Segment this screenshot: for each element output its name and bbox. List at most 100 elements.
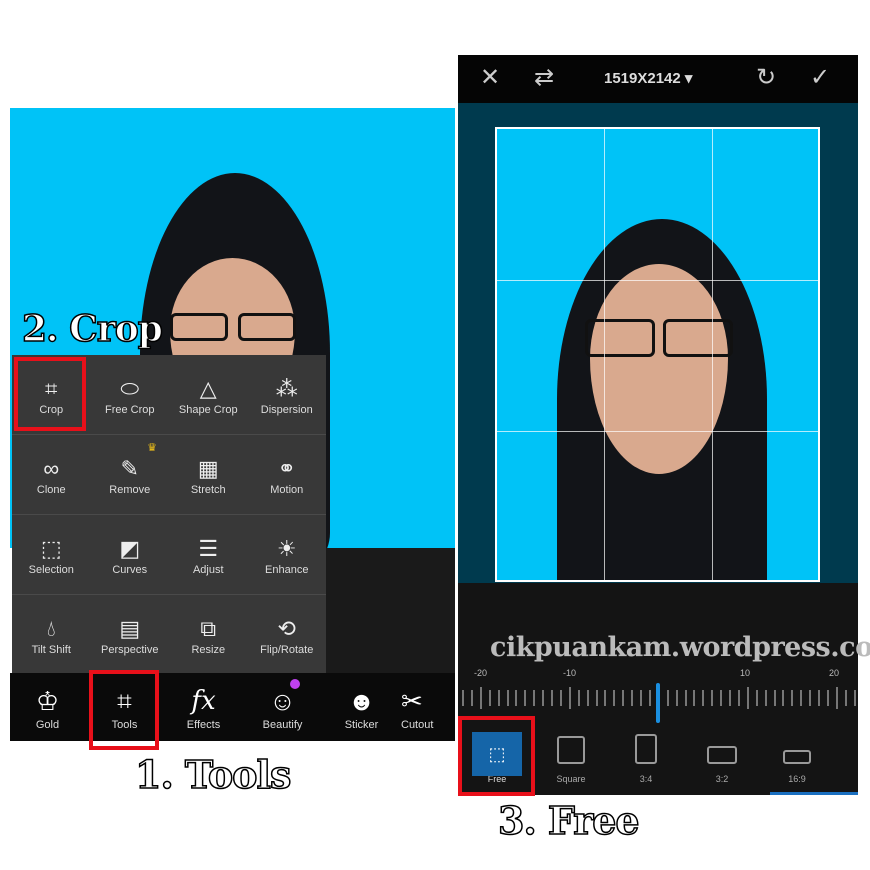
tab-beautify[interactable]: ☺ Beautify xyxy=(243,673,322,741)
ruler-tick xyxy=(533,690,536,706)
ruler-tick xyxy=(479,687,482,709)
bottom-toolbar: ♔ Gold ⌗ Tools fx Effects ☺ Beautify ☻ Sticke… xyxy=(10,673,455,741)
ruler-tick xyxy=(746,687,749,709)
shape-crop-icon: △ xyxy=(199,375,217,401)
tool-flip-rotate[interactable]: ⟲ Flip/Rotate xyxy=(248,595,327,675)
ruler-tick xyxy=(755,690,758,706)
tool-enhance[interactable]: ☀ Enhance xyxy=(248,515,327,594)
ruler-tick xyxy=(470,690,473,706)
aspect-square[interactable]: Square xyxy=(536,728,606,790)
tool-free-crop[interactable]: ⬭ Free Crop xyxy=(91,355,170,434)
tool-selection[interactable]: ⬚ Selection xyxy=(12,515,91,594)
resize-icon: ⧉ xyxy=(200,616,217,641)
close-icon[interactable]: ✕ xyxy=(480,63,500,92)
ruler-tick xyxy=(497,690,500,706)
enhance-icon: ☀ xyxy=(276,535,297,561)
callout-step1: 1. Tools xyxy=(134,751,292,798)
caret-down-icon: ▾ xyxy=(684,70,693,87)
notification-dot xyxy=(290,679,300,689)
ruler-tick xyxy=(693,690,696,706)
ruler-tick xyxy=(604,690,607,706)
ruler-tick xyxy=(551,690,553,706)
ruler-tick xyxy=(613,690,616,706)
scroll-indicator xyxy=(770,792,858,795)
tool-tilt-shift[interactable]: 💧︎ Tilt Shift xyxy=(12,595,91,675)
tab-gold[interactable]: ♔ Gold xyxy=(10,673,85,741)
ruler-tick xyxy=(462,690,464,706)
tool-resize[interactable]: ⧉ Resize xyxy=(169,595,248,675)
rotate-icon[interactable]: ↻ xyxy=(756,63,776,92)
ruler-tick xyxy=(791,690,794,706)
crop-area[interactable] xyxy=(495,127,820,582)
tool-shape-crop[interactable]: △ Shape Crop xyxy=(169,355,248,434)
tool-perspective[interactable]: ▤ Perspective xyxy=(91,595,170,675)
tab-sticker[interactable]: ☻ Sticker xyxy=(322,673,401,741)
perspective-icon: ▤ xyxy=(119,616,141,641)
adjust-icon: ☰ xyxy=(198,535,219,561)
ruler-tick xyxy=(702,690,705,706)
ruler-tick xyxy=(844,690,847,706)
remove-icon: ✎ xyxy=(120,455,139,481)
callout-step3: 3. Free xyxy=(497,797,640,844)
tool-adjust[interactable]: ☰ Adjust xyxy=(169,515,248,594)
ruler-tick xyxy=(773,690,776,706)
swap-orientation-icon[interactable]: ⇄ xyxy=(534,63,554,92)
watermark: cikpuankam.wordpress.com xyxy=(490,632,870,663)
premium-crown-icon: ♛ xyxy=(147,442,157,454)
tool-clone[interactable]: ∞ Clone xyxy=(12,435,91,514)
ruler-label: 20 xyxy=(829,668,840,678)
ruler-tick xyxy=(577,690,580,706)
stretch-icon: ▦ xyxy=(197,455,219,481)
ruler-tick xyxy=(809,690,812,706)
tab-effects[interactable]: fx Effects xyxy=(164,673,243,741)
tool-curves[interactable]: ◩ Curves xyxy=(91,515,170,594)
ruler-tick xyxy=(595,690,598,706)
ruler-label: 10 xyxy=(740,668,751,678)
ruler-tick xyxy=(488,690,491,706)
ruler-tick xyxy=(764,690,767,706)
ruler-tick xyxy=(568,687,571,709)
ruler-tick xyxy=(515,690,518,706)
dimensions-dropdown[interactable]: 1519X2142 ▾ xyxy=(604,69,692,87)
portrait-rect-icon xyxy=(635,734,657,764)
ruler-tick xyxy=(640,690,642,706)
ruler-tick xyxy=(666,690,669,706)
aspect-3-4[interactable]: 3:4 xyxy=(611,728,681,790)
callout-step2: 2. Crop xyxy=(21,307,163,351)
square-icon xyxy=(557,736,585,764)
ruler-indicator[interactable] xyxy=(656,683,660,723)
ruler-tick xyxy=(818,690,820,706)
ruler-tick xyxy=(586,690,589,706)
ruler-tick xyxy=(648,690,651,706)
landscape-rect-icon xyxy=(707,746,737,764)
left-dark-area xyxy=(326,548,455,673)
tool-remove[interactable]: ✎ Remove ♛ xyxy=(91,435,170,514)
ruler-tick xyxy=(559,690,562,706)
ruler-tick xyxy=(524,690,527,706)
confirm-check-icon[interactable]: ✓ xyxy=(810,63,830,92)
ruler-tick xyxy=(622,690,625,706)
tool-stretch[interactable]: ▦ Stretch xyxy=(169,435,248,514)
ruler-tick xyxy=(729,690,731,706)
ruler-tick xyxy=(800,690,803,706)
clone-icon: ∞ xyxy=(43,455,60,481)
selection-icon: ⬚ xyxy=(40,535,62,561)
motion-icon: ⚭ xyxy=(277,455,296,481)
tool-motion[interactable]: ⚭ Motion xyxy=(248,435,327,514)
ruler-tick xyxy=(853,690,856,706)
ruler-tick xyxy=(782,690,785,706)
highlight-free xyxy=(458,716,535,796)
tool-dispersion[interactable]: ⁂ Dispersion xyxy=(248,355,327,434)
highlight-tools xyxy=(89,670,159,750)
tilt-shift-icon: 💧︎ xyxy=(46,616,56,641)
ruler-tick xyxy=(542,690,545,706)
ruler-label: -10 xyxy=(563,668,577,678)
aspect-3-2[interactable]: 3:2 xyxy=(687,728,757,790)
free-crop-icon: ⬭ xyxy=(120,375,140,401)
tab-cutout[interactable]: ✂ Cutout xyxy=(401,673,436,741)
flip-rotate-icon: ⟲ xyxy=(277,616,296,641)
ruler-label: -20 xyxy=(474,668,488,678)
ruler-tick xyxy=(631,690,634,706)
aspect-16-9[interactable]: 16:9 xyxy=(762,728,832,790)
dispersion-icon: ⁂ xyxy=(275,375,298,401)
